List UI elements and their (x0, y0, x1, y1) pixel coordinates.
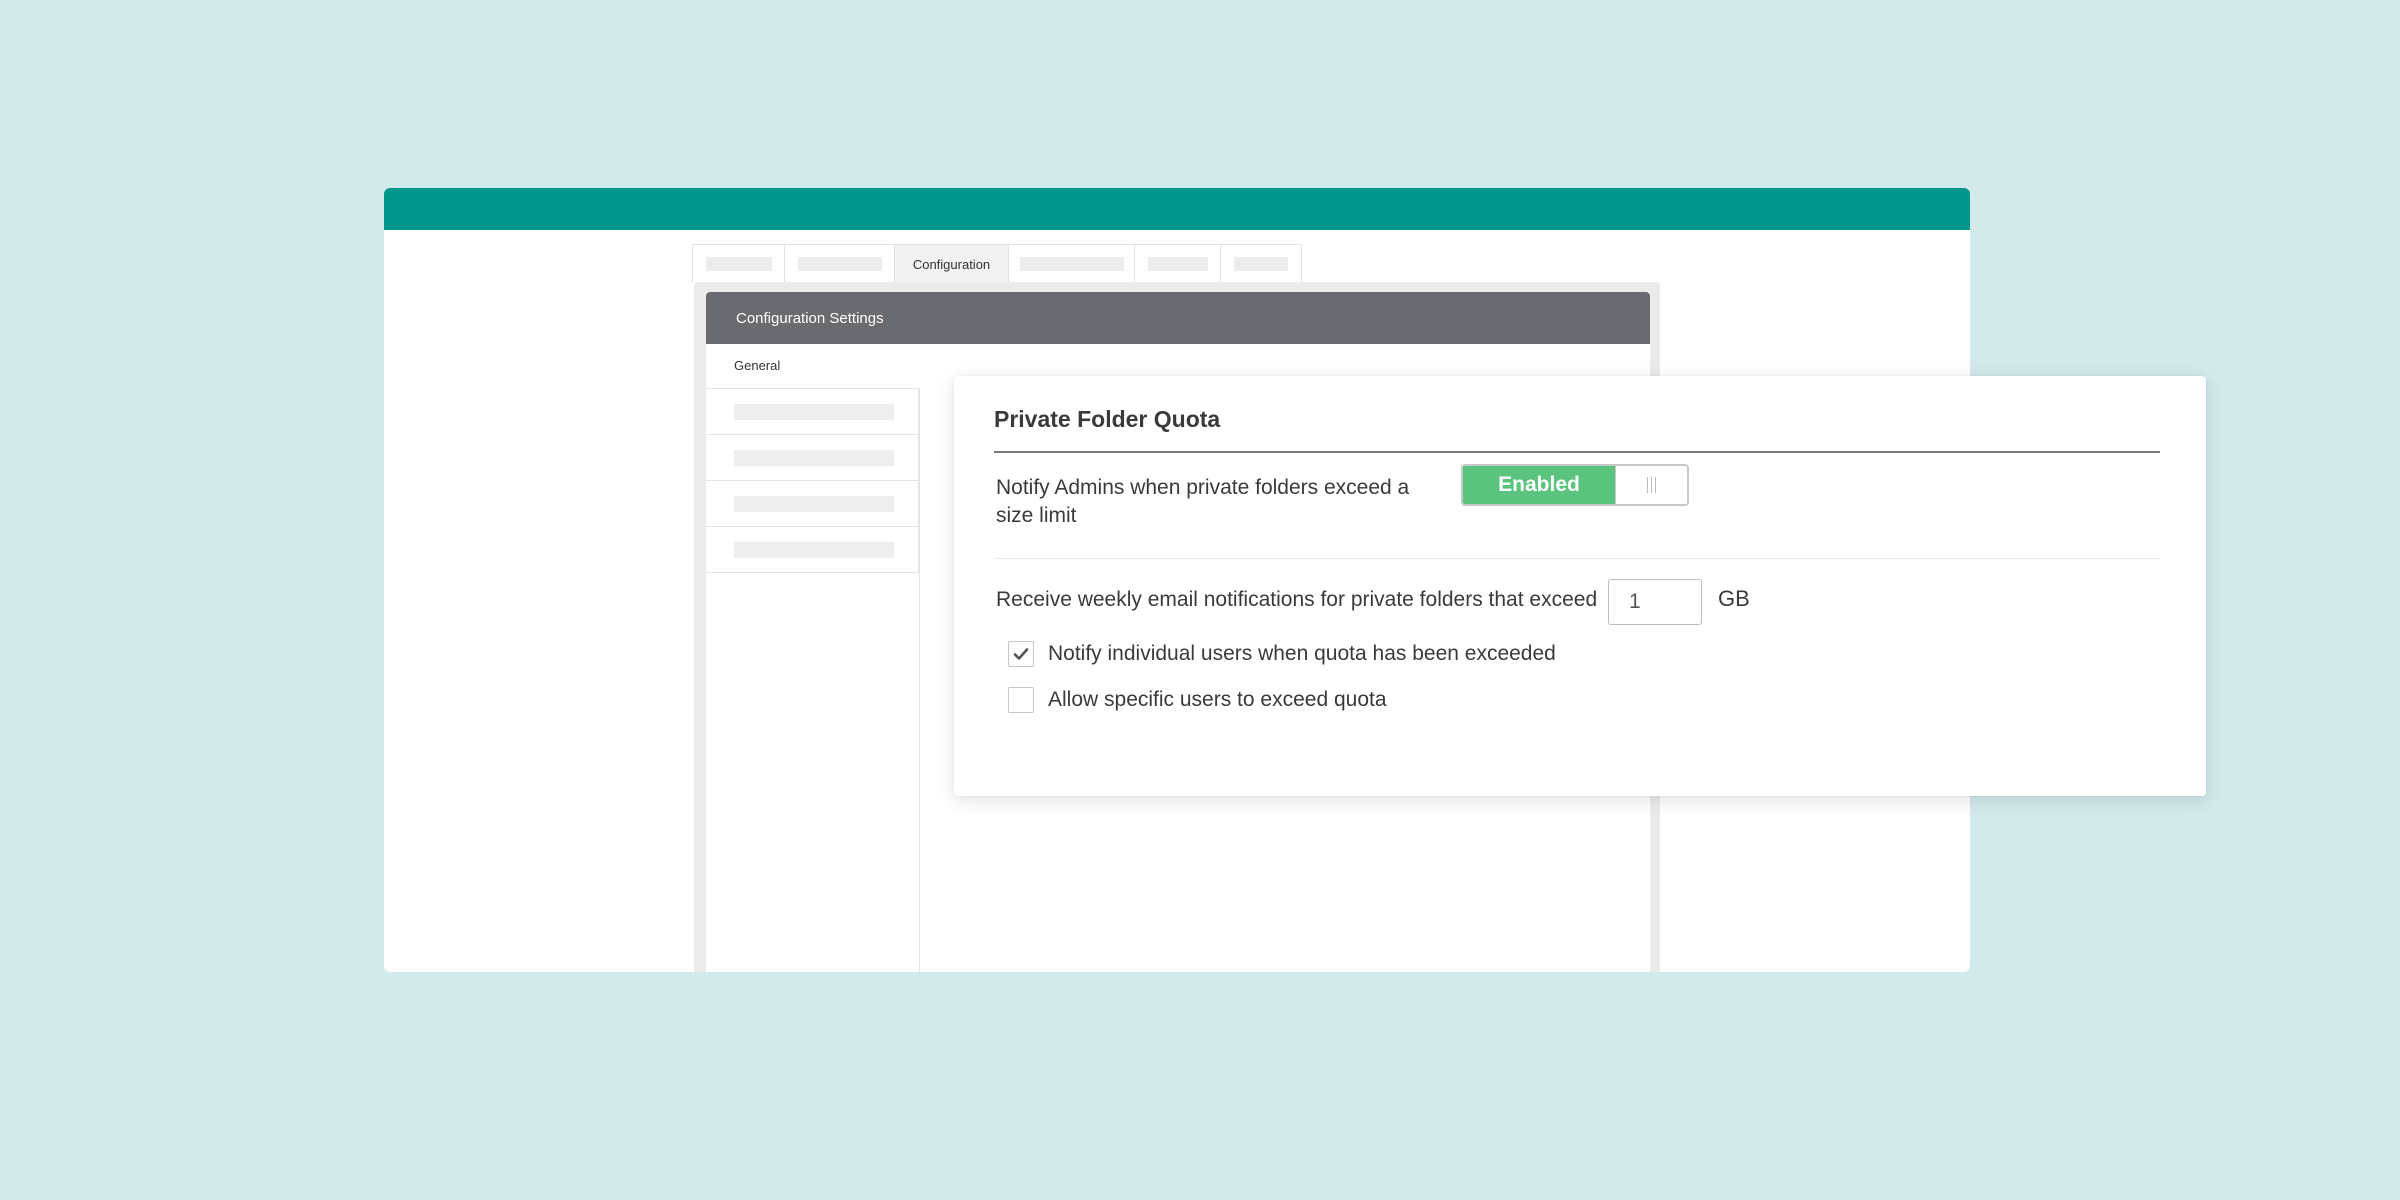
tab-placeholder-4[interactable] (1135, 245, 1221, 283)
allow-exceed-label: Allow specific users to exceed quota (1048, 688, 1387, 711)
row-divider (994, 558, 2160, 559)
sidebar-item-placeholder (734, 541, 894, 558)
tab-configuration[interactable]: Configuration (895, 245, 1009, 283)
sidebar-item-placeholder (734, 495, 894, 512)
sidebar-item-placeholder (734, 449, 894, 466)
sidebar-item-placeholder (734, 403, 894, 420)
tab-bar: Configuration (692, 244, 1302, 283)
browser-top-bar (384, 188, 1970, 230)
toggle-enabled-label: Enabled (1498, 473, 1580, 496)
private-folder-quota-card: Private Folder Quota Notify Admins when … (954, 376, 2206, 796)
tab-placeholder-2[interactable] (785, 245, 895, 283)
weekly-notification-label: Receive weekly email notifications for p… (996, 588, 1598, 611)
notify-users-checkbox[interactable] (1008, 641, 1034, 667)
tab-placeholder-3[interactable] (1009, 245, 1135, 283)
tab-placeholder-1[interactable] (693, 245, 785, 283)
card-title: Private Folder Quota (994, 406, 1221, 432)
tab-label-placeholder (1234, 257, 1288, 271)
quota-threshold-input[interactable] (1608, 579, 1702, 625)
check-icon (1013, 648, 1029, 660)
tab-configuration-label: Configuration (912, 256, 991, 272)
grip-icon (1647, 477, 1656, 493)
notify-admins-toggle[interactable]: Enabled (1461, 464, 1689, 506)
notify-users-label: Notify individual users when quota has b… (1048, 642, 1556, 665)
tab-label-placeholder (1147, 257, 1208, 271)
toggle-handle[interactable] (1615, 466, 1687, 504)
tab-placeholder-5[interactable] (1221, 245, 1301, 283)
toggle-enabled-segment[interactable]: Enabled (1463, 466, 1615, 504)
sidebar-heading-general[interactable]: General (734, 358, 780, 373)
tab-label-placeholder (797, 257, 882, 271)
sidebar-item[interactable] (706, 435, 919, 481)
title-divider (994, 451, 2160, 453)
notify-admins-label: Notify Admins when private folders excee… (996, 476, 1410, 527)
quota-unit-label: GB (1718, 586, 1750, 611)
allow-exceed-checkbox[interactable] (1008, 687, 1034, 713)
allow-exceed-option[interactable]: Allow specific users to exceed quota (1008, 687, 1387, 713)
panel-title: Configuration Settings (736, 309, 884, 327)
sidebar-item[interactable] (706, 527, 919, 573)
sidebar-divider (919, 388, 920, 972)
notify-users-option[interactable]: Notify individual users when quota has b… (1008, 641, 1556, 667)
sidebar-list (706, 388, 919, 573)
tab-label-placeholder (705, 257, 772, 271)
sidebar-item[interactable] (706, 481, 919, 527)
sidebar-item[interactable] (706, 389, 919, 435)
tab-label-placeholder (1019, 257, 1124, 271)
panel-header: Configuration Settings (706, 292, 1650, 344)
